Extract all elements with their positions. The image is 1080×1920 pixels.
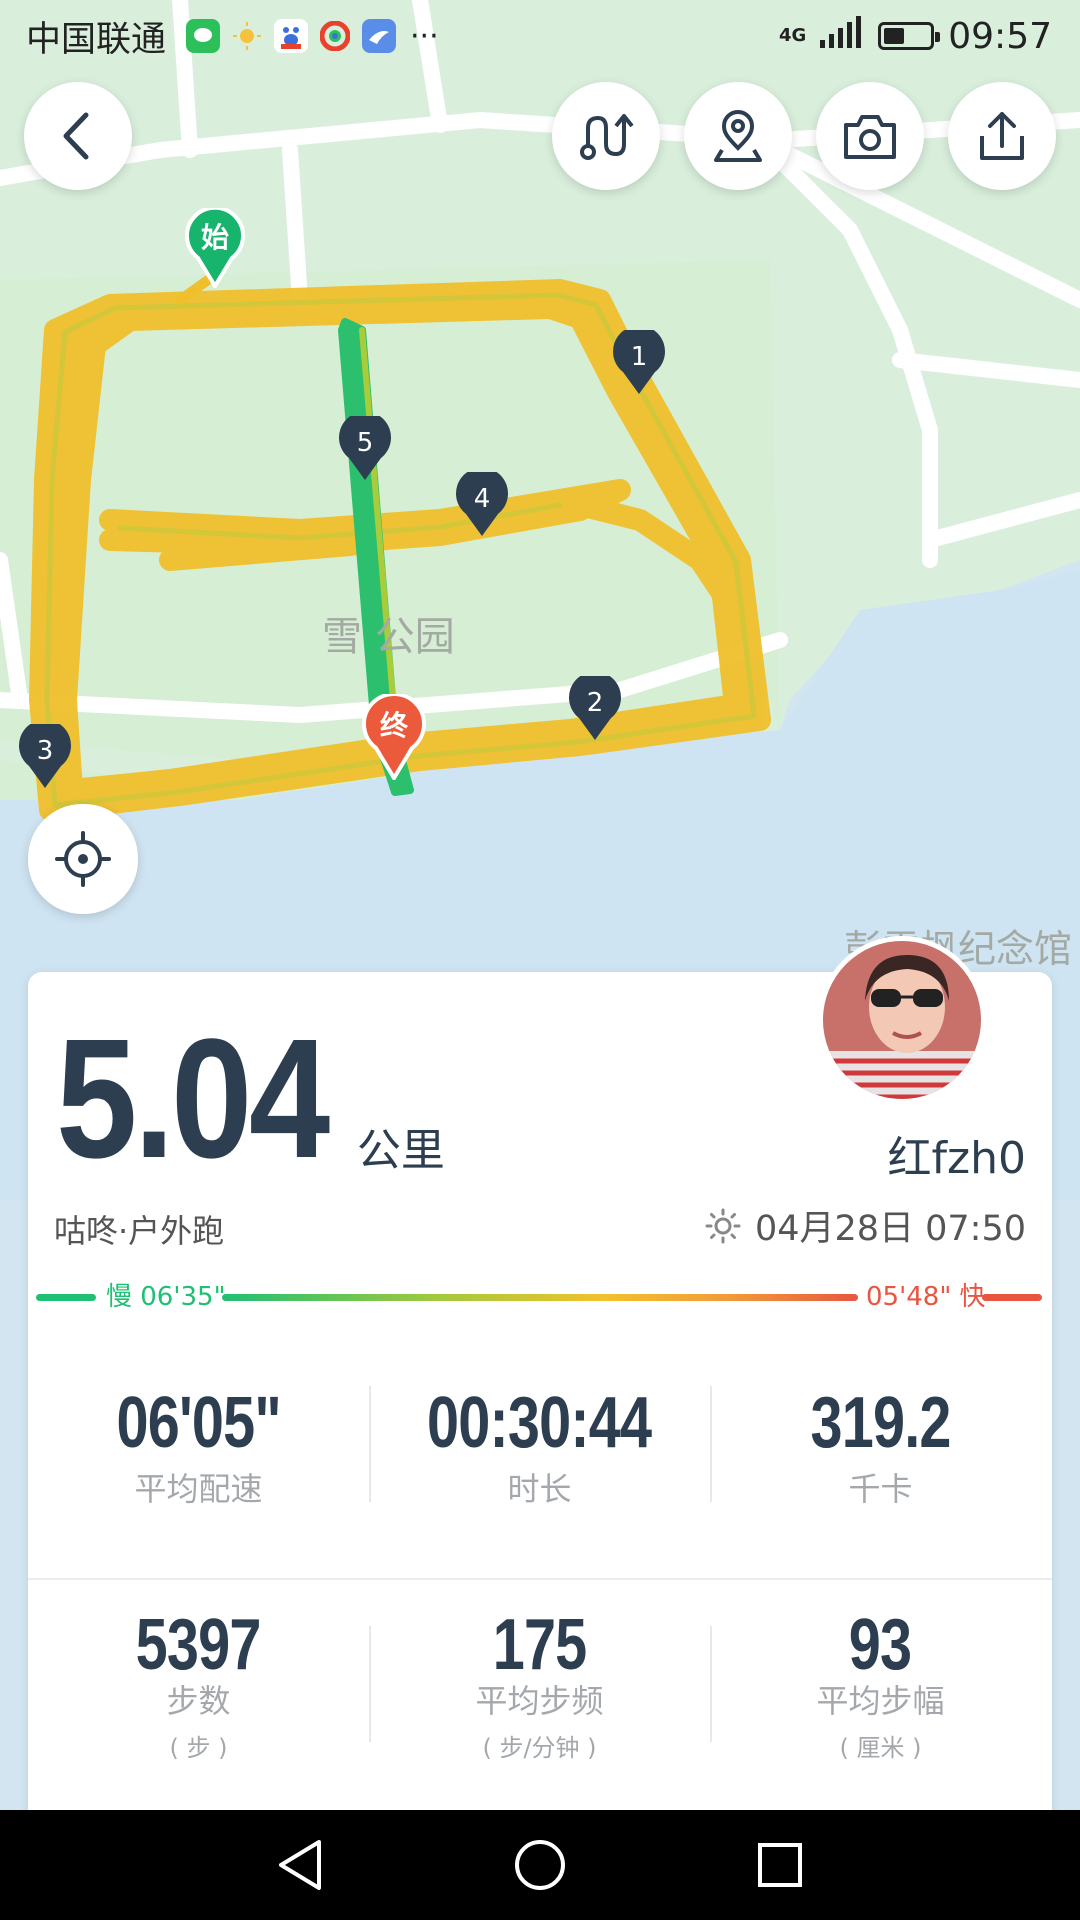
- duration-stat: 00:30:44 时长: [369, 1382, 710, 1510]
- duration-value: 00:30:44: [427, 1383, 652, 1463]
- pace-legend-bar: 慢 06'35" 05'48" 快: [36, 1282, 1042, 1312]
- km-marker-2[interactable]: 2: [568, 676, 622, 742]
- status-bar-right: 4G 09:57: [779, 0, 1052, 72]
- start-marker[interactable]: 始: [184, 208, 246, 288]
- km-marker-5-label: 5: [356, 428, 374, 458]
- system-nav-bar: [0, 1810, 1080, 1920]
- distance-value: 5.04: [56, 1004, 330, 1194]
- nav-home-icon: [515, 1840, 565, 1890]
- weather-sun-icon: [230, 19, 264, 53]
- more-notifications: ···: [410, 18, 439, 54]
- wechat-icon: [186, 19, 221, 53]
- divider: [710, 1386, 712, 1502]
- carrier-name: 中国联通: [26, 19, 167, 60]
- workout-datetime: 04月28日 07:50: [705, 1200, 1026, 1251]
- end-marker-label: 终: [379, 709, 408, 742]
- sun-icon: [705, 1208, 741, 1243]
- nav-home-button[interactable]: [500, 1825, 580, 1905]
- location-pin-icon: [714, 110, 762, 162]
- workout-summary-card: 5.04 公里 红fzh0 咕咚·户外跑 04月28日 07:50 慢 06'3…: [28, 936, 1052, 1920]
- distance-unit: 公里: [356, 1125, 445, 1176]
- pace-fast-label: 05'48" 快: [866, 1282, 986, 1312]
- end-marker[interactable]: 终: [362, 694, 426, 780]
- steps-unit: ( 步 ): [169, 1734, 228, 1762]
- primary-stats: 06'05" 平均配速 00:30:44 时长 319.2 千卡: [28, 1382, 1052, 1510]
- route-icon: [580, 114, 634, 160]
- datetime-text: 04月28日 07:50: [754, 1209, 1026, 1249]
- browser-icon: [318, 19, 352, 53]
- avatar-photo: [823, 941, 981, 1099]
- network-type: 4G: [778, 25, 807, 46]
- activity-type: 咕咚·户外跑: [54, 1212, 225, 1250]
- map-marker-button[interactable]: [684, 82, 792, 190]
- divider: [369, 1626, 371, 1742]
- share-button[interactable]: [948, 82, 1056, 190]
- km-marker-4-label: 4: [473, 484, 491, 514]
- back-arrow-icon: [63, 112, 89, 160]
- signal-icon: [820, 15, 864, 57]
- km-marker-1[interactable]: 1: [612, 330, 666, 396]
- pace-slow-label: 慢 06'35": [106, 1282, 226, 1312]
- locate-button[interactable]: [28, 804, 138, 914]
- cadence-stat: 175 平均步频 ( 步/分钟 ): [369, 1604, 710, 1763]
- avg-pace-stat: 06'05" 平均配速: [28, 1382, 369, 1510]
- km-marker-3-label: 3: [36, 736, 54, 766]
- distance-display: 5.04 公里: [56, 1014, 445, 1184]
- start-marker-label: 始: [200, 221, 229, 254]
- stats-divider: [28, 1578, 1052, 1580]
- crosshair-icon: [55, 831, 111, 887]
- steps-value: 5397: [136, 1605, 262, 1685]
- calories-value: 319.2: [810, 1383, 951, 1463]
- avg-pace-value: 06'05": [116, 1383, 281, 1463]
- avatar[interactable]: [818, 936, 986, 1104]
- km-marker-2-label: 2: [586, 688, 604, 718]
- user-name: 红fzh0: [887, 1133, 1026, 1184]
- cadence-value: 175: [492, 1605, 588, 1685]
- park-label: 雪 公园: [322, 614, 455, 660]
- divider: [710, 1626, 712, 1742]
- nav-back-icon: [279, 1840, 321, 1890]
- stride-value: 93: [849, 1605, 912, 1685]
- duration-label: 时长: [507, 1470, 572, 1508]
- stride-unit: ( 厘米 ): [839, 1734, 922, 1762]
- nav-back-button[interactable]: [260, 1825, 340, 1905]
- clock: 09:57: [948, 15, 1052, 57]
- bird-app-icon: [362, 19, 397, 53]
- avg-pace-label: 平均配速: [134, 1470, 263, 1508]
- camera-icon: [844, 115, 896, 159]
- camera-button[interactable]: [816, 82, 924, 190]
- baidu-icon: [274, 19, 309, 53]
- calories-label: 千卡: [848, 1470, 913, 1508]
- km-marker-3[interactable]: 3: [18, 724, 72, 790]
- pace-line-fast-stub: [982, 1294, 1042, 1301]
- battery-icon: [878, 22, 941, 50]
- pace-gradient-line: [222, 1294, 858, 1301]
- stride-stat: 93 平均步幅 ( 厘米 ): [710, 1604, 1051, 1763]
- steps-stat: 5397 步数 ( 步 ): [28, 1604, 369, 1763]
- workout-detail-screen: 雪 公园 彭雪枫纪念馆 始 终 1 2 3 4 5 中国联通 ··· 4G 09…: [0, 0, 1080, 1920]
- km-marker-5[interactable]: 5: [338, 416, 392, 482]
- km-marker-4[interactable]: 4: [455, 472, 509, 538]
- back-button[interactable]: [24, 82, 132, 190]
- cadence-unit: ( 步/分钟 ): [482, 1734, 597, 1762]
- status-bar: 中国联通 ··· 4G 09:57: [0, 0, 1080, 72]
- battery-fill: [884, 28, 905, 44]
- km-marker-1-label: 1: [630, 342, 648, 372]
- nav-recents-button[interactable]: [740, 1825, 820, 1905]
- calories-stat: 319.2 千卡: [710, 1382, 1051, 1510]
- secondary-stats: 5397 步数 ( 步 ) 175 平均步频 ( 步/分钟 ) 93 平均步幅 …: [28, 1604, 1052, 1763]
- nav-recents-icon: [758, 1843, 802, 1887]
- share-icon: [980, 112, 1024, 160]
- divider: [369, 1386, 371, 1502]
- route-replay-button[interactable]: [552, 82, 660, 190]
- pace-line-slow-stub: [36, 1294, 96, 1301]
